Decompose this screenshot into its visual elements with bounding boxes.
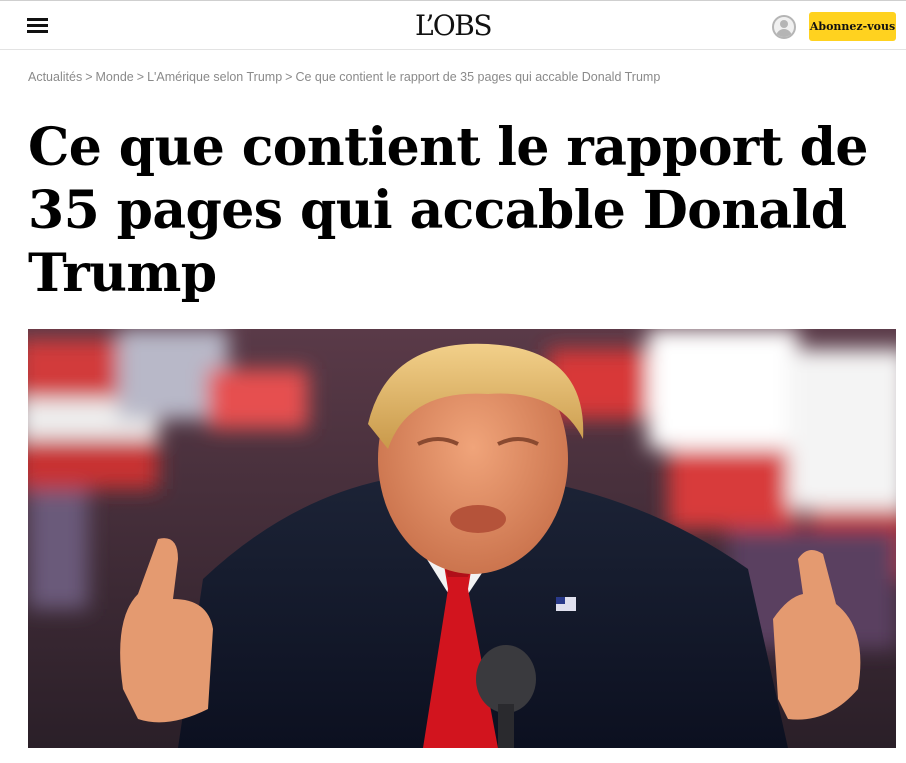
breadcrumb-separator: > (136, 70, 145, 84)
subscribe-button[interactable]: Abonnez-vous (809, 12, 896, 41)
article-headline: Ce que contient le rapport de 35 pages q… (28, 117, 868, 304)
site-logo[interactable]: L’OBS (0, 10, 906, 42)
breadcrumb-item-section[interactable]: L'Amérique selon Trump (147, 70, 282, 84)
breadcrumb-item-current: Ce que contient le rapport de 35 pages q… (295, 70, 661, 84)
article-hero-image (28, 329, 896, 748)
breadcrumb: Actualités > Monde > L'Amérique selon Trump >… (28, 70, 660, 84)
breadcrumb-item-news[interactable]: Actualités (28, 70, 82, 84)
site-header: L’OBS Abonnez-vous (0, 0, 906, 50)
user-account-icon[interactable] (772, 15, 796, 39)
breadcrumb-item-world[interactable]: Monde (96, 70, 134, 84)
breadcrumb-separator: > (85, 70, 93, 84)
breadcrumb-separator: > (285, 70, 293, 84)
